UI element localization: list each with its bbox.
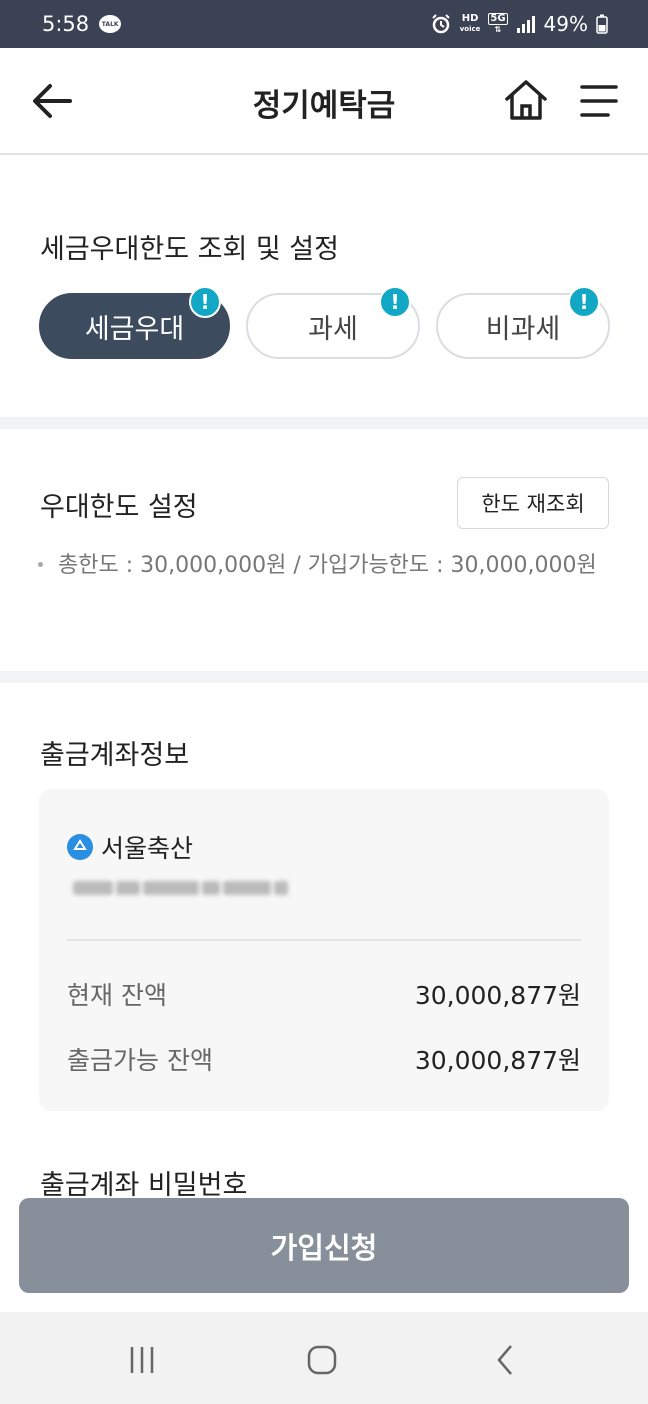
- recent-apps-icon: [130, 1347, 154, 1373]
- requery-label: 한도 재조회: [481, 492, 585, 516]
- apply-button-label: 가입신청: [270, 1230, 378, 1265]
- limit-section-title: 우대한도 설정: [40, 492, 198, 523]
- apply-button[interactable]: 가입신청: [19, 1198, 629, 1293]
- balance-label: 현재 잔액: [67, 981, 167, 1010]
- card-divider: [67, 939, 581, 941]
- info-badge-icon[interactable]: !: [189, 286, 221, 318]
- status-left: 5:58 TALK: [42, 12, 122, 36]
- tax-option-label: 세금우대: [84, 313, 185, 345]
- available-balance-value: 30,000,877원: [414, 1046, 581, 1075]
- tax-option-label: 과세: [308, 313, 358, 345]
- bank-name: 서울축산: [101, 834, 194, 863]
- section-divider: [0, 417, 648, 429]
- bank-row: 서울축산: [67, 829, 193, 865]
- masked-account-number: [73, 877, 333, 899]
- limit-info-text: 총한도 : 30,000,000원 / 가입가능한도 : 30,000,000원: [58, 553, 597, 578]
- system-nav-bar: [0, 1312, 648, 1404]
- battery-icon: [596, 14, 608, 34]
- bank-logo-icon: [67, 834, 93, 860]
- page-title: 정기예탁금: [252, 88, 396, 124]
- status-right: HD voice 5G ⇅ 49%: [430, 12, 608, 36]
- tax-section: 세금우대한도 조회 및 설정 세금우대 ! 과세 ! 비과세 !: [0, 157, 648, 417]
- menu-button[interactable]: [578, 81, 620, 121]
- back-nav-button[interactable]: [485, 1342, 525, 1378]
- hd-voice-icon: HD voice: [460, 14, 481, 34]
- signal-icon: [516, 16, 535, 33]
- back-nav-icon: [497, 1345, 512, 1375]
- battery-percent: 49%: [543, 12, 588, 36]
- network-icon: 5G ⇅: [488, 13, 508, 34]
- account-section-title: 출금계좌정보: [40, 740, 190, 771]
- bullet-dot: [38, 562, 43, 567]
- tax-section-title: 세금우대한도 조회 및 설정: [40, 234, 339, 265]
- home-nav-button[interactable]: [302, 1342, 342, 1378]
- kakaotalk-icon: TALK: [99, 15, 122, 33]
- recent-apps-button[interactable]: [122, 1342, 162, 1378]
- home-nav-icon: [307, 1345, 337, 1375]
- hamburger-menu-icon: [580, 85, 618, 117]
- section-divider: [0, 671, 648, 683]
- talk-icon-label: TALK: [101, 20, 119, 28]
- password-section-title: 출금계좌 비밀번호: [40, 1170, 248, 1201]
- requery-limit-button[interactable]: 한도 재조회: [457, 477, 609, 529]
- info-badge-icon[interactable]: !: [568, 286, 600, 318]
- network-label: 5G: [488, 13, 508, 25]
- tax-option-label: 비과세: [485, 313, 561, 345]
- balance-value: 30,000,877원: [414, 981, 581, 1010]
- home-button[interactable]: [503, 78, 549, 122]
- status-time: 5:58: [42, 12, 90, 36]
- status-bar: 5:58 TALK HD voice 5G ⇅ 49%: [0, 0, 648, 48]
- alarm-icon: [431, 14, 450, 34]
- info-badge-icon[interactable]: !: [379, 286, 411, 318]
- app-header: 정기예탁금: [0, 48, 648, 155]
- available-balance-label: 출금가능 잔액: [67, 1046, 213, 1075]
- account-card[interactable]: 서울축산 현재 잔액 30,000,877원 출금가능 잔액 30,000,87…: [39, 789, 609, 1111]
- home-icon: [505, 80, 547, 120]
- hd-label: HD: [461, 13, 479, 24]
- voice-label: voice: [459, 25, 481, 33]
